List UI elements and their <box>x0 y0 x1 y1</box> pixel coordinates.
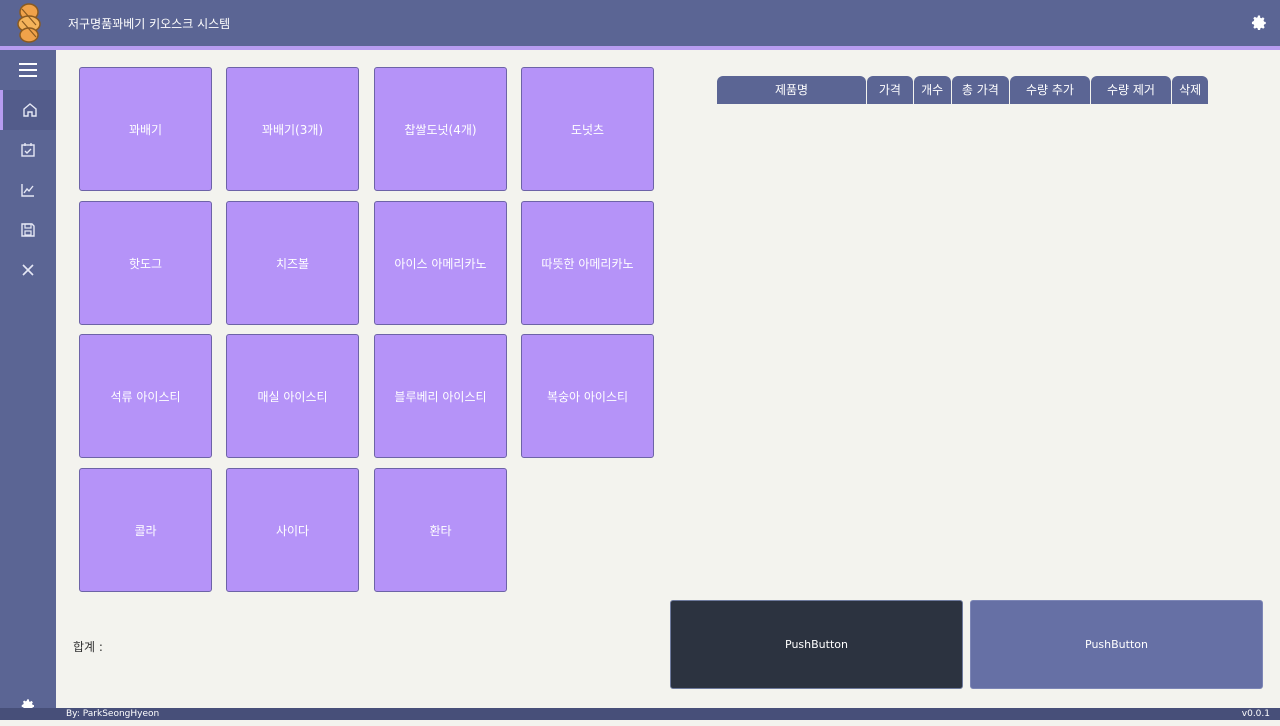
sidebar-item-save[interactable] <box>0 210 56 250</box>
product-button[interactable]: 도넛츠 <box>521 67 654 191</box>
author-label: By: ParkSeongHyeon <box>66 709 160 719</box>
product-button[interactable]: 석류 아이스티 <box>79 334 212 458</box>
app-title: 저구명품꽈베기 키오스크 시스템 <box>68 17 231 31</box>
sidebar-item-close[interactable] <box>0 250 56 290</box>
product-button[interactable]: 복숭아 아이스티 <box>521 334 654 458</box>
product-button[interactable]: 블루베리 아이스티 <box>374 334 507 458</box>
sidebar-item-chart[interactable] <box>0 170 56 210</box>
column-header-add-quantity[interactable]: 수량 추가 <box>1010 76 1090 104</box>
total-label: 합계 : <box>73 640 103 654</box>
sidebar-menu-toggle[interactable] <box>0 50 56 90</box>
product-button[interactable]: 콜라 <box>79 468 212 592</box>
twisted-donut-logo-icon <box>17 3 41 43</box>
product-button[interactable]: 찹쌀도넛(4개) <box>374 67 507 191</box>
column-header-price[interactable]: 가격 <box>867 76 913 104</box>
product-button[interactable]: 환타 <box>374 468 507 592</box>
column-header-product-name[interactable]: 제품명 <box>717 76 867 104</box>
product-button[interactable]: 매실 아이스티 <box>226 334 359 458</box>
close-icon <box>22 264 34 276</box>
calendar-check-icon <box>21 143 35 157</box>
product-button[interactable]: 사이다 <box>226 468 359 592</box>
version-label: v0.0.1 <box>1241 709 1270 719</box>
chart-icon <box>21 184 34 197</box>
product-button[interactable]: 치즈볼 <box>226 201 359 325</box>
home-icon <box>22 103 37 117</box>
column-header-count[interactable]: 개수 <box>913 76 951 104</box>
column-header-remove-quantity[interactable]: 수량 제거 <box>1090 76 1172 104</box>
sidebar-settings-button[interactable] <box>0 686 56 726</box>
product-button[interactable]: 꽈배기 <box>79 67 212 191</box>
product-button[interactable]: 꽈배기(3개) <box>226 67 359 191</box>
product-button[interactable]: 아이스 아메리카노 <box>374 201 507 325</box>
push-button-right[interactable]: PushButton <box>970 600 1263 689</box>
column-header-delete[interactable]: 삭제 <box>1172 76 1208 104</box>
title-accent-line <box>0 46 1280 50</box>
settings-icon[interactable] <box>1250 14 1268 32</box>
sidebar-item-home[interactable] <box>0 90 56 130</box>
sidebar-item-calendar[interactable] <box>0 130 56 170</box>
menu-icon <box>19 63 37 77</box>
title-bar: 저구명품꽈베기 키오스크 시스템 <box>0 0 1280 46</box>
save-icon <box>21 223 35 237</box>
push-button-left[interactable]: PushButton <box>670 600 963 689</box>
product-button[interactable]: 핫도그 <box>79 201 212 325</box>
order-table-header: 제품명 가격 개수 총 가격 수량 추가 수량 제거 삭제 <box>717 76 1209 104</box>
sidebar <box>0 50 56 713</box>
column-header-total-price[interactable]: 총 가격 <box>951 76 1010 104</box>
product-button[interactable]: 따뜻한 아메리카노 <box>521 201 654 325</box>
status-bar: By: ParkSeongHyeon v0.0.1 <box>0 708 1280 720</box>
